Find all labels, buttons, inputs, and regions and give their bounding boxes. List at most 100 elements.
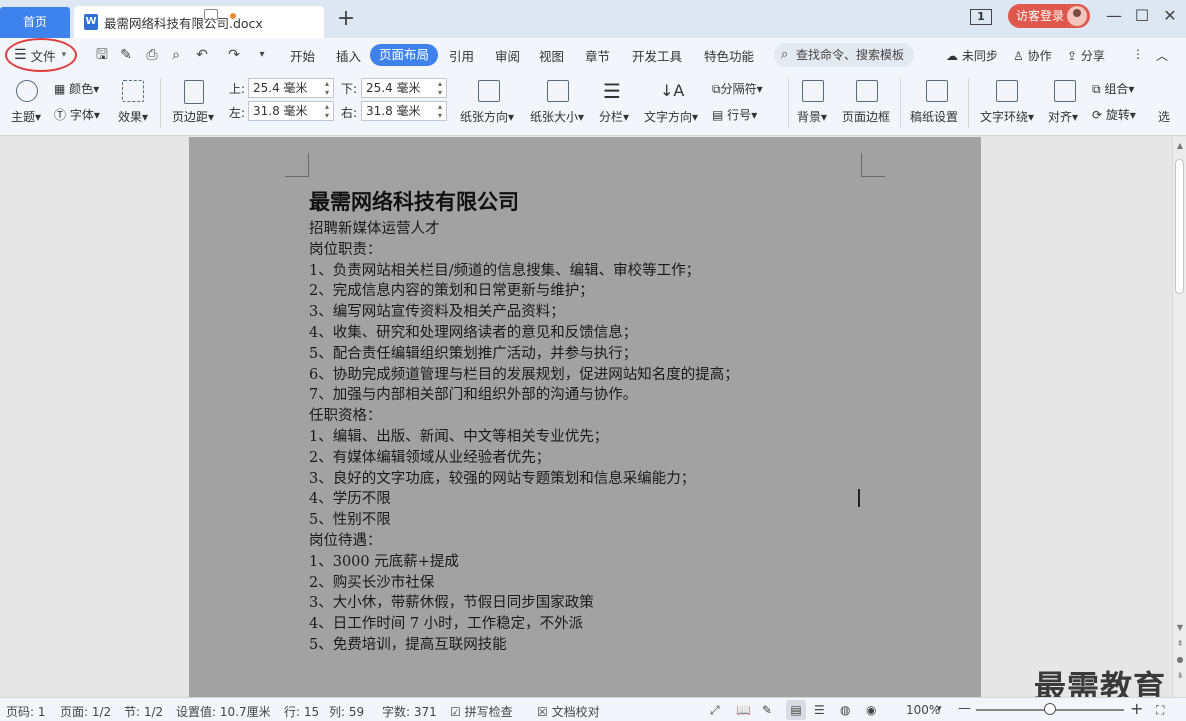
doc-line[interactable]: 4、学历不限 <box>309 489 929 510</box>
columns-icon[interactable]: ☰ <box>603 80 625 102</box>
command-search-input[interactable]: ⌕ 查找命令、搜索模板 <box>774 43 914 67</box>
doc-line[interactable]: 3、良好的文字功底，较强的网站专题策划和信息采编能力； <box>309 469 929 490</box>
rotate-button[interactable]: ⟳ 旋转▾ <box>1092 106 1136 123</box>
scrollbar-thumb[interactable] <box>1175 159 1184 294</box>
menu-view[interactable]: 视图 <box>539 46 564 65</box>
customize-dropdown-icon[interactable]: ▾ <box>254 47 270 63</box>
text-direction-button[interactable]: 文字方向▾ <box>644 108 698 125</box>
menu-page-layout[interactable]: 页面布局 <box>370 44 438 66</box>
doc-line[interactable]: 4、日工作时间 7 小时，工作稳定，不外派 <box>309 614 929 635</box>
new-tab-button[interactable]: + <box>336 8 356 32</box>
zoom-in-button[interactable]: + <box>1130 699 1143 718</box>
doc-line[interactable]: 2、购买长沙市社保 <box>309 573 929 594</box>
tab-document[interactable]: W 最需网络科技有限公司.docx <box>74 6 324 38</box>
menu-features[interactable]: 特色功能 <box>704 46 754 65</box>
manuscript-button[interactable]: 稿纸设置 <box>910 108 958 125</box>
edit-mode-icon[interactable]: ✎ <box>762 703 772 717</box>
status-word-count[interactable]: 字数: 371 <box>382 703 437 720</box>
doc-line[interactable]: 5、免费培训，提高互联网技能 <box>309 635 929 656</box>
workspace-count-icon[interactable]: 1 <box>970 9 992 25</box>
doc-line[interactable]: 1、3000 元底薪+提成 <box>309 552 929 573</box>
scroll-down-icon[interactable]: ▼ <box>1175 623 1185 633</box>
doc-line[interactable]: 任职资格： <box>309 406 929 427</box>
doc-line[interactable]: 1、编辑、出版、新闻、中文等相关专业优先； <box>309 427 929 448</box>
spellcheck-button[interactable]: ☑ 拼写检查 <box>450 703 513 720</box>
manuscript-icon[interactable] <box>926 80 948 102</box>
menu-start[interactable]: 开始 <box>290 46 315 65</box>
scroll-up-icon[interactable]: ▲ <box>1175 141 1185 151</box>
maximize-button[interactable]: ☐ <box>1132 6 1152 26</box>
background-button[interactable]: 背景▾ <box>797 108 827 125</box>
background-icon[interactable] <box>802 80 824 102</box>
line-number-button[interactable]: ▤ 行号▾ <box>712 106 757 123</box>
web-view-icon[interactable]: ◍ <box>840 703 850 717</box>
columns-button[interactable]: 分栏▾ <box>599 108 629 125</box>
redo-icon[interactable]: ↷ <box>226 47 242 63</box>
margin-left-field[interactable]: 31.8 毫米 <box>248 101 334 121</box>
document-body[interactable]: 招聘新媒体运营人才 岗位职责： 1、负责网站相关栏目/频道的信息搜集、编辑、审校… <box>309 219 929 656</box>
next-page-icon[interactable]: ⇟ <box>1175 671 1185 681</box>
paper-size-button[interactable]: 纸张大小▾ <box>530 108 584 125</box>
print-preview-icon[interactable]: ⌕ <box>168 47 184 63</box>
collapse-ribbon-button[interactable]: ︿ <box>1156 47 1168 64</box>
prev-page-icon[interactable]: ⇞ <box>1175 639 1185 649</box>
doc-line[interactable]: 3、编写网站宣传资料及相关产品资料； <box>309 302 929 323</box>
orientation-icon[interactable] <box>478 80 500 102</box>
doc-line[interactable]: 2、有媒体编辑领域从业经验者优先； <box>309 448 929 469</box>
doc-line[interactable]: 岗位待遇： <box>309 531 929 552</box>
separator-button[interactable]: ⧉分隔符▾ <box>712 80 763 97</box>
group-button[interactable]: ⧉ 组合▾ <box>1092 80 1134 97</box>
text-direction-icon[interactable]: ↓A <box>660 80 684 102</box>
close-button[interactable]: ✕ <box>1160 6 1180 26</box>
print-icon[interactable]: ⎙ <box>144 47 160 63</box>
text-wrap-button[interactable]: 文字环绕▾ <box>980 108 1034 125</box>
zoom-slider-handle[interactable] <box>1044 703 1056 715</box>
eye-protect-icon[interactable]: ◉ <box>866 703 876 717</box>
orientation-button[interactable]: 纸张方向▾ <box>460 108 514 125</box>
format-painter-icon[interactable]: ✎ <box>118 47 134 63</box>
doc-line[interactable]: 6、协助完成频道管理与栏目的发展规划，促进网站知名度的提高； <box>309 365 929 386</box>
effect-button[interactable]: 效果▾ <box>118 108 148 125</box>
tab-home[interactable]: 首页 <box>0 7 70 38</box>
zoom-level[interactable]: 100% <box>906 703 940 717</box>
status-page-count[interactable]: 页面: 1/2 <box>60 703 111 720</box>
doc-line[interactable]: 5、性别不限 <box>309 510 929 531</box>
doc-line[interactable]: 7、加强与内部相关部门和组织外部的沟通与协作。 <box>309 385 929 406</box>
undo-icon[interactable]: ↶ <box>194 47 210 63</box>
read-mode-icon[interactable]: 📖 <box>736 703 751 717</box>
fullscreen-icon[interactable]: ⤢ <box>710 703 720 718</box>
color-button[interactable]: ▦ 颜色▾ <box>54 80 99 97</box>
doc-line[interactable]: 4、收集、研究和处理网络读者的意见和反馈信息； <box>309 323 929 344</box>
outline-view-icon[interactable]: ☰ <box>814 703 825 717</box>
fit-window-icon[interactable]: ⛶ <box>1156 703 1164 718</box>
page-view-icon[interactable]: ▤ <box>786 700 806 720</box>
margin-button[interactable]: 页边距▾ <box>172 108 214 125</box>
document-title[interactable]: 最需网络科技有限公司 <box>309 186 519 216</box>
doc-line[interactable]: 1、负责网站相关栏目/频道的信息搜集、编辑、审校等工作； <box>309 261 929 282</box>
more-menu-button[interactable]: ⋮ <box>1132 47 1144 61</box>
save-icon[interactable]: 🖫 <box>94 47 110 63</box>
margin-top-field[interactable]: 25.4 毫米 <box>248 78 334 98</box>
document-page[interactable]: 最需网络科技有限公司 招聘新媒体运营人才 岗位职责： 1、负责网站相关栏目/频道… <box>189 137 981 697</box>
menu-review[interactable]: 审阅 <box>495 46 520 65</box>
page-border-button[interactable]: 页面边框 <box>842 108 890 125</box>
margin-right-field[interactable]: 31.8 毫米 <box>361 101 447 121</box>
doc-line[interactable]: 岗位职责： <box>309 240 929 261</box>
align-button[interactable]: 对齐▾ <box>1048 108 1078 125</box>
sync-button[interactable]: ☁ 未同步 <box>946 47 998 64</box>
align-icon[interactable] <box>1054 80 1076 102</box>
guest-login-button[interactable]: 访客登录 <box>1008 4 1090 28</box>
doc-line[interactable]: 2、完成信息内容的策划和日常更新与维护； <box>309 281 929 302</box>
theme-button[interactable]: 主题▾ <box>11 108 41 125</box>
zoom-dropdown-icon[interactable]: ▾ <box>937 704 942 714</box>
doc-line[interactable]: 5、配合责任编辑组织策划推广活动，并参与执行； <box>309 344 929 365</box>
doc-line[interactable]: 3、大小休，带薪休假，节假日同步国家政策 <box>309 593 929 614</box>
proofread-button[interactable]: ☒ 文档校对 <box>537 703 600 720</box>
doc-line[interactable]: 招聘新媒体运营人才 <box>309 219 929 240</box>
menu-reference[interactable]: 引用 <box>449 46 474 65</box>
menu-chapter[interactable]: 章节 <box>585 46 610 65</box>
margin-bottom-field[interactable]: 25.4 毫米 <box>361 78 447 98</box>
monitor-icon[interactable] <box>204 9 218 20</box>
vertical-scrollbar[interactable]: ▲ ▼ ⇞ ● ⇟ <box>1172 137 1186 697</box>
paper-size-icon[interactable] <box>547 80 569 102</box>
